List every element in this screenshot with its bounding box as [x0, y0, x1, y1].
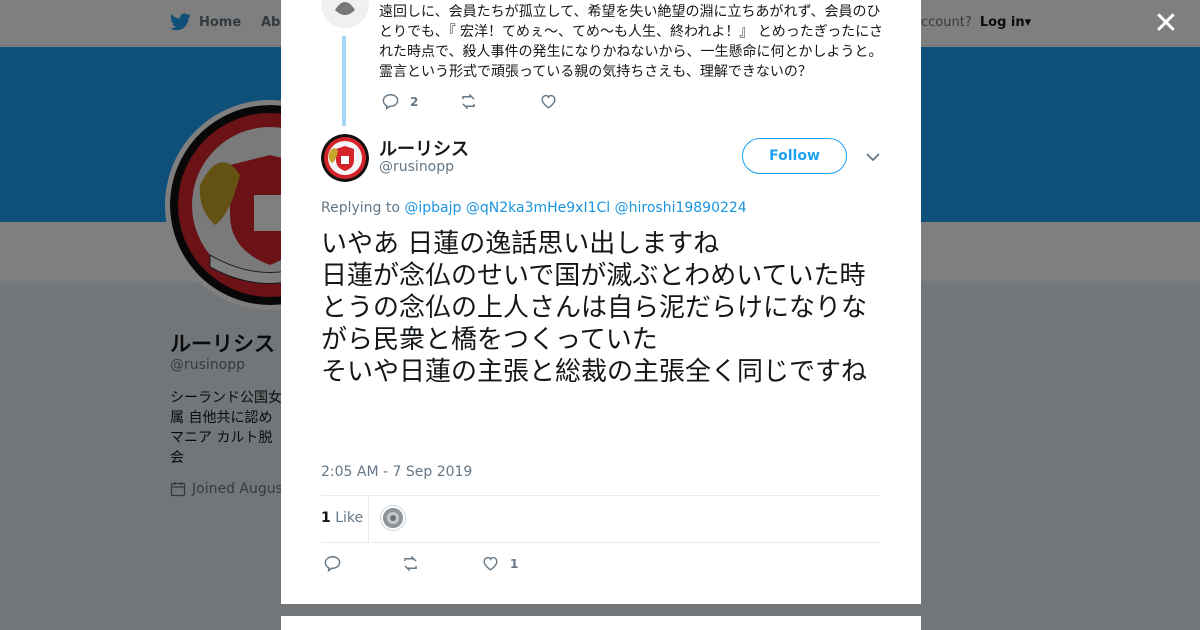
tweet-actions: 1	[323, 554, 518, 573]
retweet-button[interactable]	[459, 92, 539, 111]
chevron-down-icon[interactable]	[863, 148, 883, 166]
replying-prefix: Replying to	[321, 200, 400, 216]
avatar-image	[321, 0, 369, 28]
likes-stat[interactable]: 1 Like	[321, 510, 363, 526]
tweet-text-line: 日蓮が念仏のせいで国が滅ぶとわめいていた時	[321, 261, 866, 291]
follow-button[interactable]: Follow	[742, 138, 847, 174]
retweet-icon	[462, 93, 475, 110]
thread-connector-line	[342, 36, 346, 126]
reply-count: 2	[410, 94, 419, 109]
divider	[368, 496, 369, 542]
tweet-text: いやあ 日蓮の逸話思い出しますね 日蓮が念仏のせいで国が滅ぶとわめいていた時 と…	[321, 228, 886, 388]
mention-link[interactable]: @hiroshi19890224	[615, 200, 747, 216]
replying-to: Replying to @ipbajp @qN2ka3mHe9xI1Cl @hi…	[321, 200, 747, 216]
author-name[interactable]: ルーリシス	[379, 135, 469, 161]
reply-icon	[382, 94, 399, 111]
avatar-image	[383, 508, 403, 528]
coat-of-arms-icon	[321, 134, 369, 182]
tweet-text-line: とうの念仏の上人さんは自ら泥だらけになりながら民衆と橋をつくっていた	[321, 293, 868, 355]
divider	[321, 495, 881, 496]
tweet-timestamp[interactable]: 2:05 AM - 7 Sep 2019	[321, 464, 472, 480]
like-button[interactable]	[539, 92, 558, 111]
heart-icon	[483, 556, 498, 571]
retweet-icon	[404, 555, 417, 572]
close-icon[interactable]: ✕	[1150, 8, 1182, 40]
liker-avatar[interactable]	[381, 506, 405, 530]
retweet-button[interactable]	[401, 554, 481, 573]
author-handle[interactable]: @rusinopp	[379, 159, 454, 175]
like-count: 1	[510, 556, 519, 571]
heart-icon	[541, 94, 556, 109]
like-button[interactable]: 1	[481, 554, 518, 573]
likes-count: 1	[321, 510, 331, 526]
mention-link[interactable]: @qN2ka3mHe9xI1Cl	[466, 200, 610, 216]
divider	[321, 542, 881, 543]
tweet-text-line: いやあ 日蓮の逸話思い出しますね	[321, 229, 720, 259]
tweet-text-line: そいや日蓮の主張と総裁の主張全く同じですね	[321, 357, 868, 387]
previous-tweet-actions: 2	[381, 92, 558, 111]
reply-button[interactable]	[323, 554, 401, 573]
likes-label: Like	[335, 510, 364, 526]
reply-icon	[324, 556, 341, 573]
previous-tweet-avatar[interactable]	[321, 0, 369, 28]
next-modal-card	[281, 616, 921, 630]
author-avatar[interactable]	[321, 134, 369, 182]
mention-link[interactable]: @ipbajp	[404, 200, 461, 216]
tweet-modal: 遠回しに、会員たちが孤立して、希望を失い絶望の淵に立ちあがれず、会員のひとりでも…	[281, 0, 921, 604]
reply-button[interactable]: 2	[381, 92, 459, 111]
previous-tweet-text: 遠回しに、会員たちが孤立して、希望を失い絶望の淵に立ちあがれず、会員のひとりでも…	[379, 4, 883, 80]
